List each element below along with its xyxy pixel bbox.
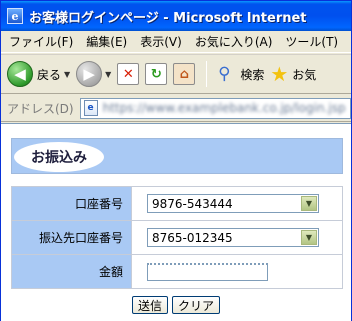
clear-button[interactable]: クリア [172, 296, 221, 314]
section-header: お振込み [11, 138, 343, 174]
window-title: お客様ログインページ - Microsoft Internet [29, 10, 307, 26]
transfer-form: 口座番号 9876-543444 ▼ 振込先口座番号 8765-012345 ▼ [11, 186, 343, 289]
forward-button[interactable]: ▶ ▼ [76, 61, 111, 87]
forward-dropdown-icon[interactable]: ▼ [105, 70, 111, 79]
search-button[interactable]: ⚲ 検索 [212, 62, 264, 86]
forward-arrow-icon: ▶ [76, 61, 103, 87]
back-label: 戻る [37, 67, 62, 82]
amount-input[interactable] [147, 262, 268, 281]
form-row-account: 口座番号 9876-543444 ▼ [11, 186, 343, 221]
ie-page-icon: e [7, 8, 23, 24]
stop-icon: ✕ [117, 63, 140, 85]
address-url[interactable]: https://www.examplebank.co.jp/login.jsp [103, 101, 346, 115]
favorites-button[interactable]: ★ お気 [270, 62, 316, 86]
address-input[interactable]: e https://www.examplebank.co.jp/login.js… [79, 97, 351, 119]
address-label: アドレス(D) [7, 101, 74, 116]
chevron-down-icon[interactable]: ▼ [301, 196, 317, 211]
search-label: 検索 [240, 67, 265, 82]
browser-window: e お客様ログインページ - Microsoft Internet ファイル(F… [0, 0, 352, 321]
form-buttons: 送信 クリア [1, 296, 351, 314]
address-bar: アドレス(D) e https://www.examplebank.co.jp/… [1, 95, 351, 122]
payee-account-select[interactable]: 8765-012345 ▼ [147, 228, 319, 247]
refresh-button[interactable]: ↻ [145, 63, 168, 85]
favorites-star-icon: ★ [270, 62, 289, 86]
form-row-payee: 振込先口座番号 8765-012345 ▼ [11, 220, 343, 255]
home-button[interactable]: ⌂ [173, 63, 196, 85]
back-button[interactable]: ◀ 戻る ▼ [7, 61, 70, 87]
page-icon: e [83, 100, 98, 116]
menu-tools[interactable]: ツール(T) [285, 33, 338, 50]
chevron-down-icon[interactable]: ▼ [301, 230, 317, 245]
toolbar: ◀ 戻る ▼ ▶ ▼ ✕ ↻ ⌂ ⚲ 検索 ★ お気 [1, 54, 351, 94]
amount-label: 金額 [11, 254, 132, 289]
account-number-label: 口座番号 [11, 186, 132, 221]
account-number-select[interactable]: 9876-543444 ▼ [147, 194, 319, 213]
menu-file[interactable]: ファイル(F) [9, 33, 73, 50]
account-number-value: 9876-543444 [152, 196, 233, 211]
home-icon: ⌂ [173, 63, 196, 85]
submit-button[interactable]: 送信 [131, 296, 168, 314]
menu-bar: ファイル(F) 編集(E) 表示(V) お気に入り(A) ツール(T) ヘ [1, 31, 352, 53]
page-content: お振込み 口座番号 9876-543444 ▼ 振込先口座番号 8765-012… [1, 123, 351, 321]
favorites-label: お気 [292, 67, 317, 82]
payee-account-label: 振込先口座番号 [11, 220, 132, 255]
menu-view[interactable]: 表示(V) [140, 33, 182, 50]
search-icon: ⚲ [218, 64, 231, 84]
back-dropdown-icon[interactable]: ▼ [64, 70, 70, 79]
stop-button[interactable]: ✕ [117, 63, 140, 85]
toolbar-separator [206, 61, 208, 87]
form-row-amount: 金額 [11, 254, 343, 289]
page-heading: お振込み [14, 142, 104, 172]
menu-favorites[interactable]: お気に入り(A) [195, 33, 273, 50]
payee-account-value: 8765-012345 [152, 230, 233, 245]
refresh-icon: ↻ [145, 63, 168, 85]
menu-edit[interactable]: 編集(E) [86, 33, 127, 50]
back-arrow-icon: ◀ [7, 61, 33, 87]
title-bar[interactable]: e お客様ログインページ - Microsoft Internet [1, 1, 351, 31]
